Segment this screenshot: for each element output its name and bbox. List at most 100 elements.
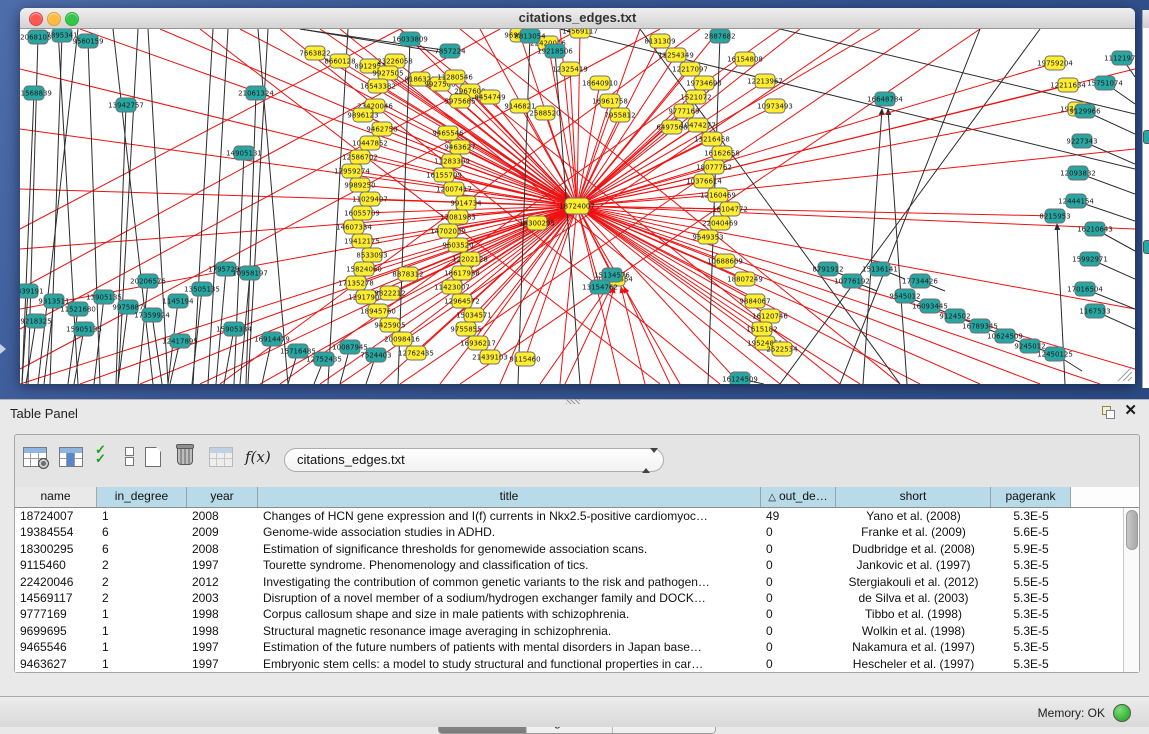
- graph-node[interactable]: 16124509: [722, 372, 758, 384]
- graph-node[interactable]: 13942757: [108, 98, 144, 112]
- node-label: 10958197: [232, 270, 268, 278]
- table-row[interactable]: 946362711997Embryonic stem cells: a mode…: [15, 656, 1124, 672]
- graph-node[interactable]: 16543382: [360, 79, 396, 93]
- delete-column-icon[interactable]: [177, 444, 193, 465]
- graph-node[interactable]: 15751074: [1087, 76, 1123, 90]
- graph-node[interactable]: 14702039: [430, 224, 466, 238]
- graph-node[interactable]: 19759204: [1037, 56, 1073, 70]
- column-header-short[interactable]: short: [836, 487, 991, 507]
- graph-node[interactable]: 12325419: [552, 62, 588, 76]
- graph-node[interactable]: 8533093: [356, 248, 387, 262]
- window-resize-grip[interactable]: [1118, 367, 1132, 381]
- graph-node[interactable]: 20206576: [130, 274, 166, 288]
- graph-node[interactable]: 17135278: [338, 276, 374, 290]
- table-row[interactable]: 1872400712008Changes of HCN gene express…: [15, 508, 1124, 524]
- table-row[interactable]: 911546021997Tourette syndrome. Phenomeno…: [15, 557, 1124, 573]
- graph-node[interactable]: 8339191: [20, 284, 44, 298]
- graph-node[interactable]: 22040469: [702, 216, 738, 230]
- graph-node[interactable]: 12964572: [444, 294, 480, 308]
- graph-node[interactable]: 16936217: [460, 336, 496, 350]
- column-header-pagerank[interactable]: pagerank: [991, 487, 1071, 507]
- graph-node[interactable]: 15992971: [1072, 252, 1108, 266]
- column-header-year[interactable]: year: [187, 487, 258, 507]
- cell-year: 2008: [187, 508, 258, 524]
- graph-node[interactable]: 8215953: [1039, 209, 1070, 223]
- graph-node[interactable]: 20098416: [384, 332, 420, 346]
- graph-node[interactable]: 16120746: [752, 309, 788, 323]
- graph-node[interactable]: 18077762: [696, 160, 732, 174]
- graph-node[interactable]: 16033809: [392, 32, 428, 46]
- graph-node[interactable]: 9914734: [450, 196, 482, 210]
- column-header-out_de[interactable]: △out_de…: [761, 487, 836, 507]
- table-row[interactable]: 977716911998Corpus callosum shape and si…: [15, 606, 1124, 622]
- graph-node[interactable]: 9465546: [432, 126, 464, 140]
- node-label: 12213967: [747, 78, 783, 86]
- graph-node[interactable]: 7857224: [434, 44, 466, 58]
- graph-node[interactable]: 10376614: [686, 174, 722, 188]
- graph-node[interactable]: 16154808: [727, 52, 763, 66]
- graph-node[interactable]: 17081983: [440, 210, 476, 224]
- graph-node[interactable]: 19734693: [686, 76, 722, 90]
- table-selector-dropdown[interactable]: citations_edges.txt: [284, 448, 664, 472]
- vertical-scrollbar[interactable]: [1123, 508, 1139, 672]
- graph-node[interactable]: 11029407: [352, 192, 388, 206]
- column-header-in_degree[interactable]: in_degree: [97, 487, 187, 507]
- graph-node[interactable]: 12007417: [436, 182, 472, 196]
- table-row[interactable]: 2242004622012Investigating the contribut…: [15, 574, 1124, 590]
- sort-asc-icon: △: [768, 492, 776, 503]
- network-canvas[interactable]: 7663822866012889129542322605899275051654…: [20, 29, 1135, 384]
- table-row[interactable]: 1456911722003Disruption of a novel membe…: [15, 590, 1124, 606]
- graph-node[interactable]: 21439103: [472, 350, 508, 364]
- graph-node[interactable]: 10973493: [757, 99, 793, 113]
- cell-out_de: 0: [761, 639, 836, 655]
- table-row[interactable]: 946554611997Estimation of the future num…: [15, 639, 1124, 655]
- graph-node[interactable]: 16104772: [712, 202, 748, 216]
- graph-node[interactable]: 15824060: [346, 262, 382, 276]
- graph-node[interactable]: 9425905: [374, 318, 405, 332]
- float-panel-icon[interactable]: [1102, 406, 1115, 419]
- graph-node[interactable]: 19412175: [344, 234, 380, 248]
- graph-node[interactable]: 9115460: [509, 352, 540, 366]
- column-header-title[interactable]: title: [258, 487, 761, 507]
- close-panel-icon[interactable]: ✕: [1124, 403, 1137, 419]
- cell-short: Dudbridge et al. (2008): [836, 541, 991, 557]
- memory-status-icon[interactable]: [1113, 704, 1131, 722]
- panel-collapse-arrow-icon[interactable]: [0, 344, 6, 354]
- graph-node[interactable]: 13505135: [184, 282, 220, 296]
- graph-node[interactable]: 9755855: [450, 322, 481, 336]
- graph-node[interactable]: 2887682: [704, 29, 735, 43]
- graph-node[interactable]: 9462750: [366, 122, 397, 136]
- graph-node[interactable]: 16055709: [344, 206, 380, 220]
- graph-node[interactable]: 12417895: [162, 334, 198, 348]
- graph-node[interactable]: 11568839: [20, 86, 52, 100]
- splitter-grip[interactable]: [566, 399, 580, 404]
- graph-node[interactable]: 9989250: [344, 178, 375, 192]
- graph-node[interactable]: 9777169: [668, 104, 699, 118]
- delete-table-icon[interactable]: [209, 447, 233, 467]
- graph-node[interactable]: 8131309: [644, 34, 675, 48]
- graph-node[interactable]: 12762435: [398, 346, 434, 360]
- graph-node[interactable]: 15905135: [66, 322, 102, 336]
- graph-node[interactable]: 7955812: [604, 108, 635, 122]
- column-header-name[interactable]: name: [15, 487, 97, 507]
- column-visibility-icon[interactable]: [59, 447, 83, 467]
- graph-node[interactable]: 1615182: [746, 322, 777, 336]
- graph-node[interactable]: 11121974: [1104, 51, 1135, 65]
- table-options-icon[interactable]: [23, 447, 47, 467]
- table-row[interactable]: 969969511998Structural magnetic resonanc…: [15, 623, 1124, 639]
- graph-node[interactable]: 9884067: [739, 294, 770, 308]
- selection-mode-icon[interactable]: ✓✓: [95, 445, 113, 463]
- table-row[interactable]: 1830029562008Estimation of significance …: [15, 541, 1124, 557]
- table-row[interactable]: 1938455462009Genome-wide association stu…: [15, 524, 1124, 540]
- graph-node[interactable]: 16210643: [1077, 222, 1113, 236]
- scrollbar-thumb[interactable]: [1126, 510, 1138, 550]
- graph-node[interactable]: 12211634: [1050, 78, 1086, 92]
- graph-node[interactable]: 1145194: [162, 294, 194, 308]
- window-titlebar[interactable]: citations_edges.txt: [20, 8, 1135, 29]
- graph-node[interactable]: 18640910: [582, 76, 618, 90]
- function-builder-icon[interactable]: f(x): [245, 448, 271, 466]
- row-height-icon[interactable]: [125, 447, 133, 465]
- graph-node[interactable]: 13905135: [86, 290, 122, 304]
- create-column-icon[interactable]: [145, 447, 161, 467]
- graph-node[interactable]: 16648784: [867, 92, 903, 106]
